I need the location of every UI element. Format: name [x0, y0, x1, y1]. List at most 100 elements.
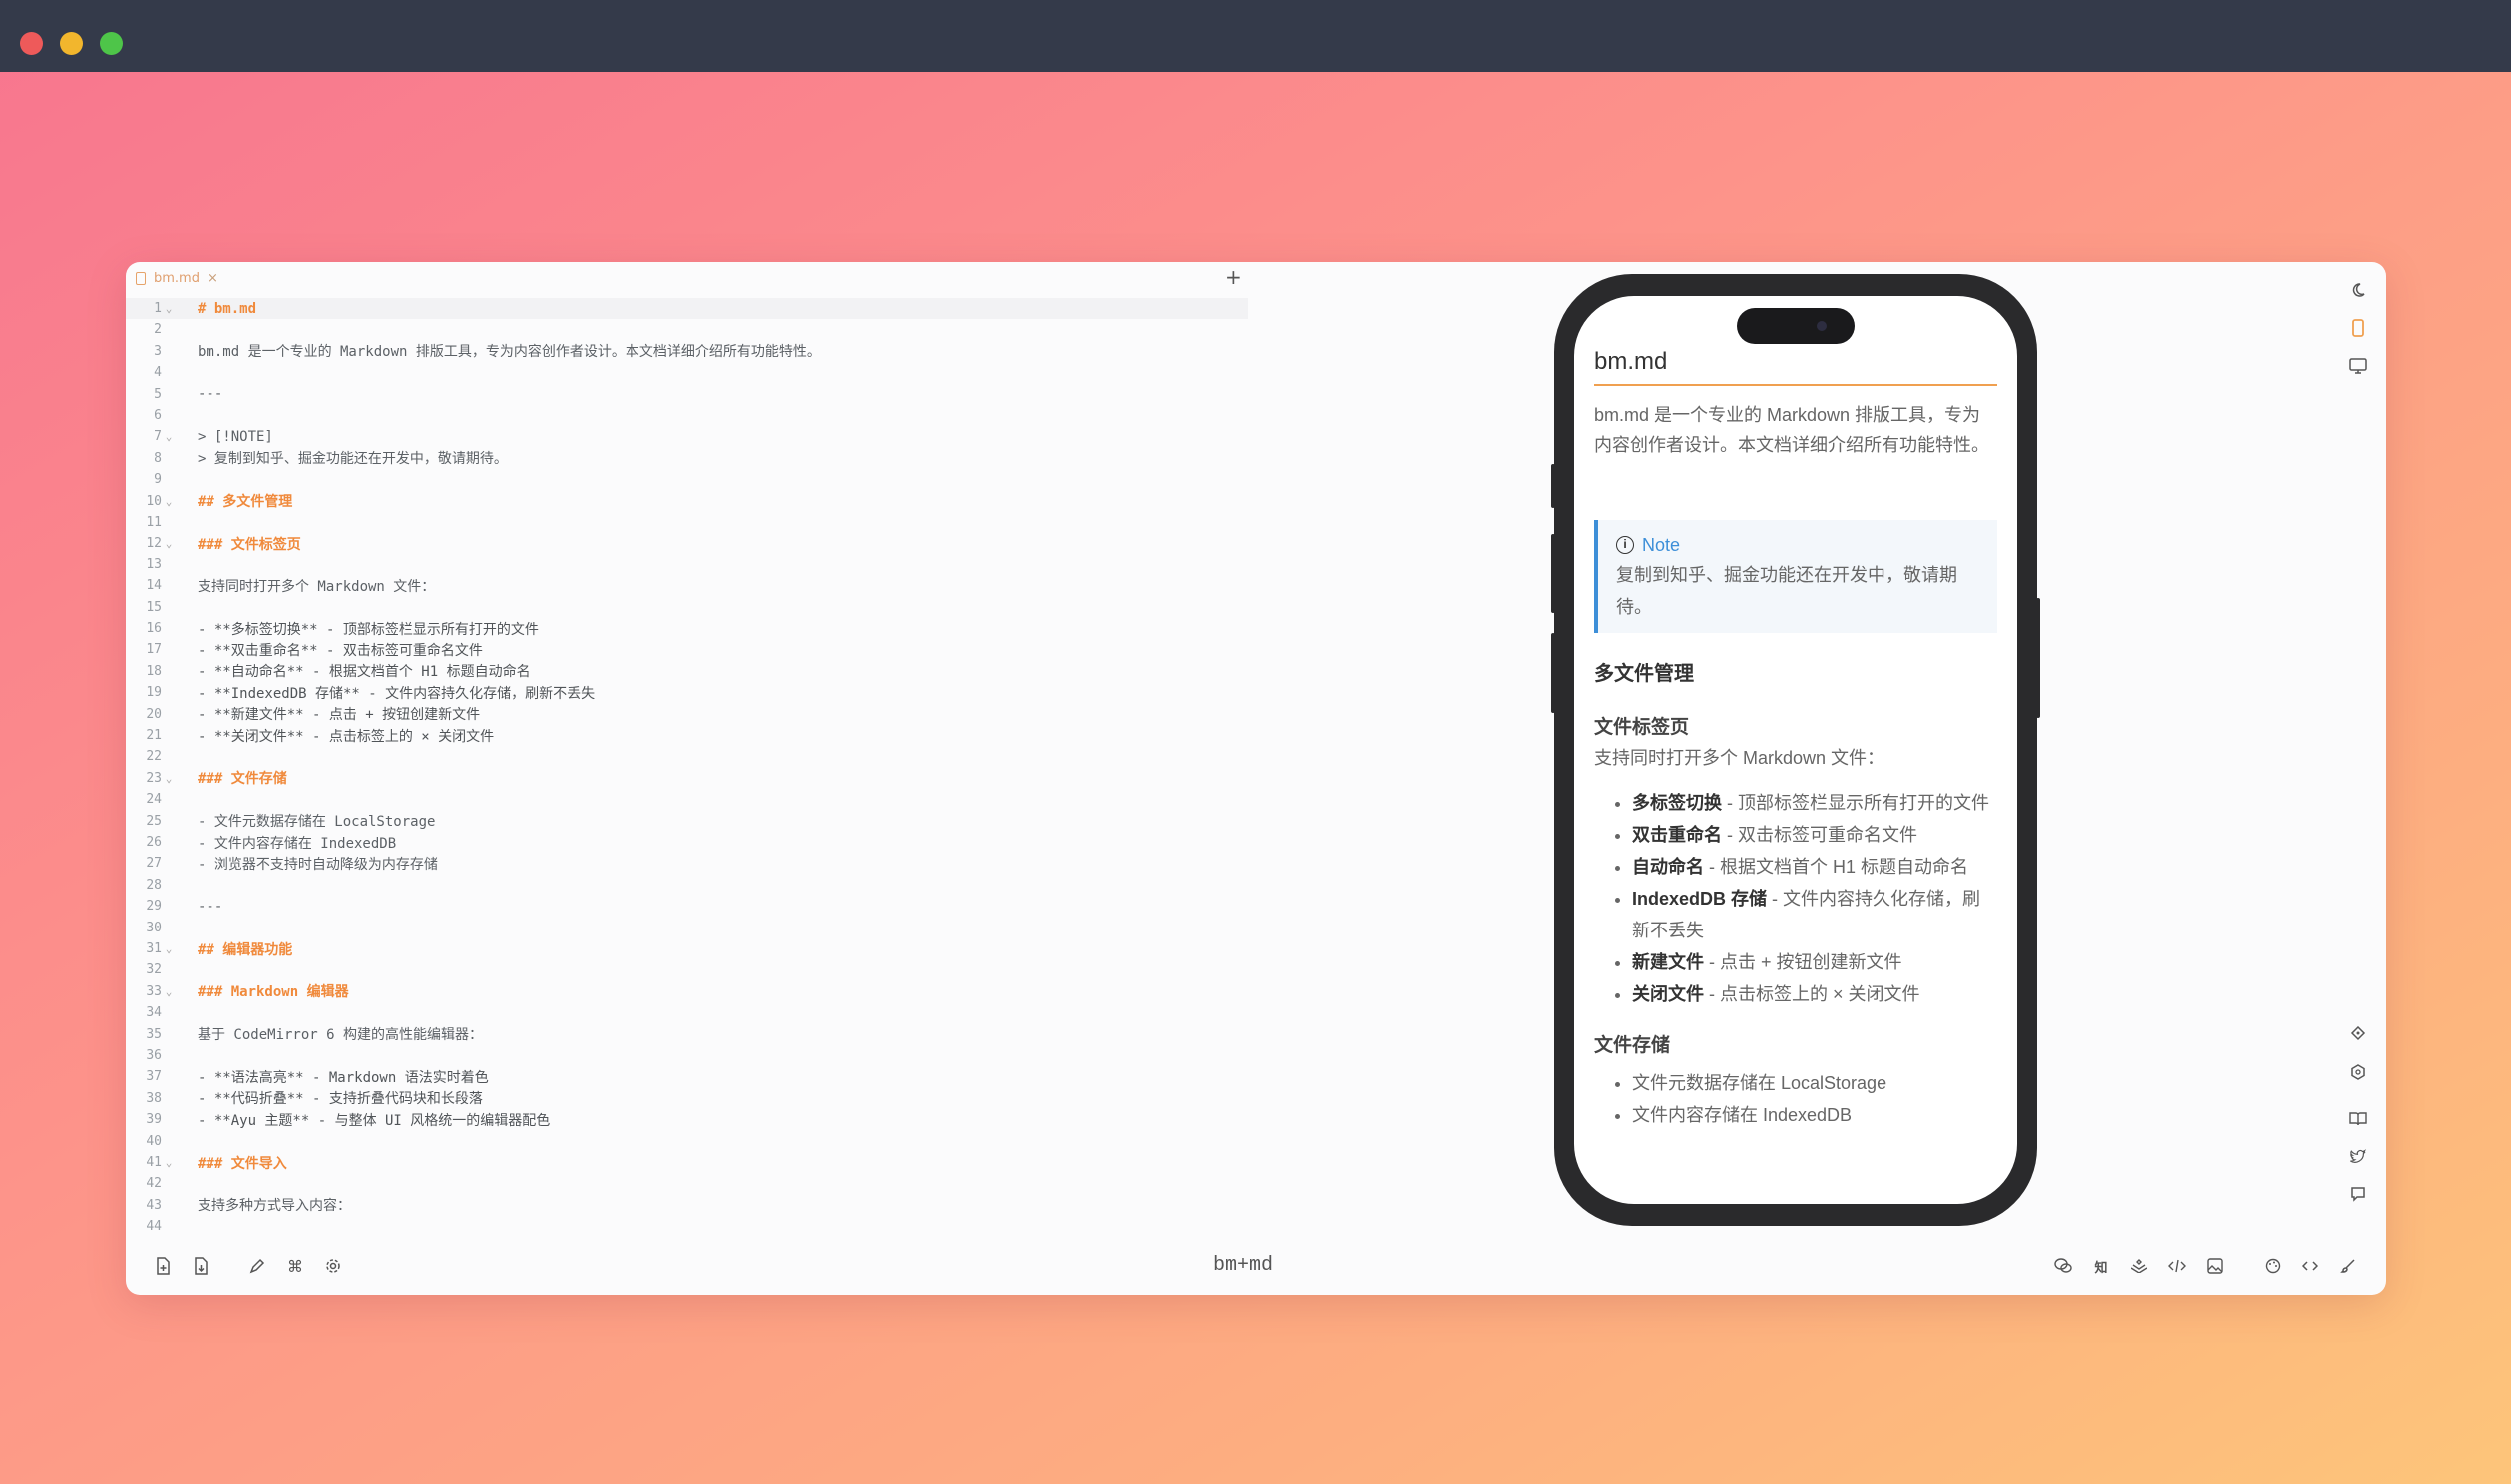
editor-line[interactable]: 11 — [126, 512, 1263, 533]
zhihu-icon[interactable]: 知 — [2089, 1254, 2113, 1278]
editor-line[interactable]: 16 - **多标签切换** - 顶部标签栏显示所有打开的文件 — [126, 618, 1263, 639]
editor-line[interactable]: 37 - **语法高亮** - Markdown 语法实时着色 — [126, 1066, 1263, 1087]
maximize-window-button[interactable] — [100, 32, 123, 55]
editor-line[interactable]: 27 - 浏览器不支持时自动降级为内存存储 — [126, 853, 1263, 874]
settings-icon[interactable] — [321, 1254, 345, 1278]
editor-line[interactable]: 10 ⌄ ## 多文件管理 — [126, 491, 1263, 512]
line-number: 14 — [146, 578, 162, 594]
editor-line[interactable]: 29 --- — [126, 896, 1263, 917]
list-item-text: - 根据文档首个 H1 标题自动命名 — [1704, 857, 1969, 877]
share-icon[interactable] — [2346, 1022, 2370, 1046]
command-icon[interactable]: ⌘ — [283, 1254, 307, 1278]
fold-chevron-icon[interactable]: ⌄ — [162, 1156, 176, 1169]
editor-line[interactable]: 36 — [126, 1045, 1263, 1066]
code-icon[interactable] — [2299, 1254, 2322, 1278]
fold-chevron-icon[interactable]: ⌄ — [162, 495, 176, 508]
fold-chevron-icon[interactable]: ⌄ — [162, 537, 176, 550]
markdown-editor[interactable]: 1 ⌄ # bm.md 2 3 bm.md 是一个专业的 Markdown 排版工具，专为… — [126, 298, 1263, 1234]
editor-line[interactable]: 13 — [126, 555, 1263, 575]
editor-line[interactable]: 8 > 复制到知乎、掘金功能还在开发中，敬请期待。 — [126, 448, 1263, 469]
line-number: 15 — [146, 599, 162, 615]
file-icon — [136, 271, 146, 285]
editor-line[interactable]: 41 ⌄ ### 文件导入 — [126, 1152, 1263, 1173]
editor-line[interactable]: 24 — [126, 789, 1263, 810]
twitter-icon[interactable] — [2346, 1145, 2370, 1169]
code-copy-icon[interactable] — [2165, 1254, 2189, 1278]
editor-line[interactable]: 22 — [126, 746, 1263, 767]
editor-line[interactable]: 44 — [126, 1216, 1263, 1237]
line-text: bm.md 是一个专业的 Markdown 排版工具，专为内容创作者设计。本文档… — [198, 344, 821, 361]
editor-line[interactable]: 4 — [126, 362, 1263, 383]
editor-line[interactable]: 21 - **关闭文件** - 点击标签上的 × 关闭文件 — [126, 725, 1263, 746]
fold-chevron-icon[interactable]: ⌄ — [162, 942, 176, 955]
book-icon[interactable] — [2346, 1107, 2370, 1131]
new-file-icon[interactable] — [151, 1254, 175, 1278]
editor-line[interactable]: 15 — [126, 597, 1263, 618]
phone-screen[interactable]: bm.md bm.md 是一个专业的 Markdown 排版工具，专为内容创作者… — [1574, 296, 2017, 1204]
editor-line[interactable]: 40 — [126, 1131, 1263, 1152]
message-icon[interactable] — [2346, 1182, 2370, 1206]
file-tab[interactable]: bm.md × — [136, 268, 218, 288]
hexagon-icon[interactable] — [2346, 1060, 2370, 1084]
editor-line[interactable]: 2 — [126, 319, 1263, 340]
minimize-window-button[interactable] — [60, 32, 83, 55]
editor-line[interactable]: 14 支持同时打开多个 Markdown 文件： — [126, 575, 1263, 596]
list-item-bold: 新建文件 — [1632, 952, 1704, 972]
editor-line[interactable]: 3 bm.md 是一个专业的 Markdown 排版工具，专为内容创作者设计。本文… — [126, 341, 1263, 362]
editor-line[interactable]: 12 ⌄ ### 文件标签页 — [126, 533, 1263, 554]
fold-chevron-icon[interactable]: ⌄ — [162, 430, 176, 443]
editor-line[interactable]: 42 — [126, 1173, 1263, 1194]
editor-line[interactable]: 7 ⌄ > [!NOTE] — [126, 426, 1263, 447]
info-icon: i — [1616, 536, 1634, 554]
palette-icon[interactable] — [2261, 1254, 2285, 1278]
editor-line[interactable]: 23 ⌄ ### 文件存储 — [126, 768, 1263, 789]
editor-line[interactable]: 17 - **双击重命名** - 双击标签可重命名文件 — [126, 639, 1263, 660]
editor-line[interactable]: 6 — [126, 405, 1263, 426]
line-text: ## 多文件管理 — [198, 494, 293, 511]
editor-line[interactable]: 28 — [126, 875, 1263, 896]
moon-icon[interactable] — [2346, 278, 2370, 302]
editor-line[interactable]: 39 - **Ayu 主题** - 与整体 UI 风格统一的编辑器配色 — [126, 1109, 1263, 1130]
juejin-icon[interactable] — [2127, 1254, 2151, 1278]
editor-line[interactable]: 43 支持多种方式导入内容： — [126, 1195, 1263, 1216]
fold-chevron-icon[interactable]: ⌄ — [162, 302, 176, 315]
window-titlebar — [0, 0, 2511, 72]
phone-button — [1551, 633, 1555, 713]
editor-line[interactable]: 33 ⌄ ### Markdown 编辑器 — [126, 981, 1263, 1002]
close-tab-icon[interactable]: × — [208, 271, 218, 286]
monitor-icon[interactable] — [2346, 354, 2370, 378]
line-number: 29 — [146, 899, 162, 915]
image-export-icon[interactable] — [2203, 1254, 2227, 1278]
line-number: 9 — [154, 472, 162, 488]
preview-heading-storage: 文件存储 — [1594, 1035, 1671, 1056]
editor-line[interactable]: 20 - **新建文件** - 点击 + 按钮创建新文件 — [126, 704, 1263, 725]
line-text: - **代码折叠** - 支持折叠代码块和长段落 — [198, 1091, 483, 1108]
list-item-text: - 点击标签上的 × 关闭文件 — [1704, 984, 1920, 1004]
brush-icon[interactable] — [2336, 1254, 2360, 1278]
editor-line[interactable]: 18 - **自动命名** - 根据文档首个 H1 标题自动命名 — [126, 661, 1263, 682]
line-text: 支持同时打开多个 Markdown 文件： — [198, 578, 436, 595]
import-file-icon[interactable] — [189, 1254, 212, 1278]
editor-line[interactable]: 34 — [126, 1002, 1263, 1023]
editor-line[interactable]: 32 — [126, 959, 1263, 980]
editor-line[interactable]: 35 基于 CodeMirror 6 构建的高性能编辑器： — [126, 1024, 1263, 1045]
editor-line[interactable]: 38 - **代码折叠** - 支持折叠代码块和长段落 — [126, 1088, 1263, 1109]
editor-line[interactable]: 19 - **IndexedDB 存储** - 文件内容持久化存储，刷新不丢失 — [126, 682, 1263, 703]
close-window-button[interactable] — [20, 32, 43, 55]
phone-icon[interactable] — [2346, 316, 2370, 340]
editor-line[interactable]: 9 — [126, 469, 1263, 490]
editor-line[interactable]: 31 ⌄ ## 编辑器功能 — [126, 938, 1263, 959]
line-number: 30 — [146, 920, 162, 935]
dynamic-island — [1737, 308, 1855, 344]
fold-chevron-icon[interactable]: ⌄ — [162, 772, 176, 785]
editor-line[interactable]: 5 --- — [126, 384, 1263, 405]
pen-icon[interactable] — [245, 1254, 269, 1278]
add-tab-button[interactable]: + — [1225, 265, 1242, 289]
editor-line[interactable]: 25 - 文件元数据存储在 LocalStorage — [126, 811, 1263, 832]
editor-line[interactable]: 30 — [126, 918, 1263, 938]
line-number: 24 — [146, 792, 162, 808]
fold-chevron-icon[interactable]: ⌄ — [162, 985, 176, 998]
editor-line[interactable]: 1 ⌄ # bm.md — [126, 298, 1248, 319]
editor-line[interactable]: 26 - 文件内容存储在 IndexedDB — [126, 832, 1263, 853]
wechat-icon[interactable] — [2051, 1254, 2075, 1278]
